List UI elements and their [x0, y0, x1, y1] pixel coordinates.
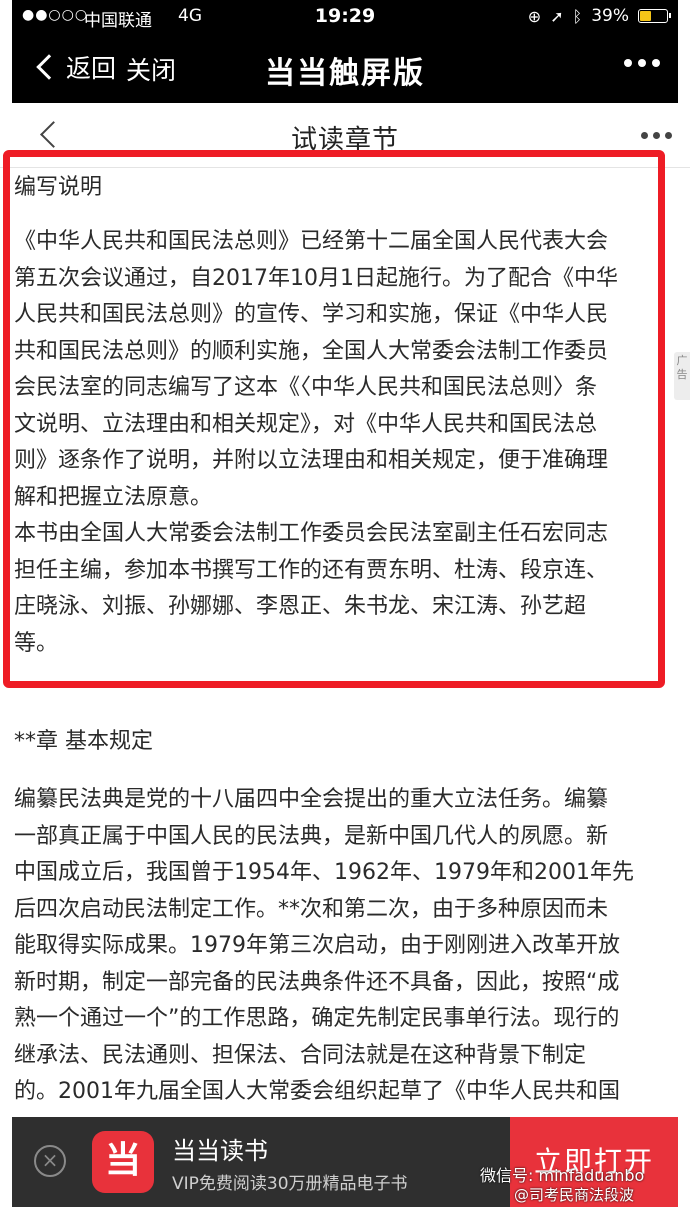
more-dots-icon	[638, 59, 646, 67]
banner-close-button[interactable]: ×	[34, 1145, 66, 1177]
screen: ●●○○○ 中国联通 4G 19:29 ⊕ ➚ ᛒ 39% 返回 关闭 当当触屏…	[0, 0, 690, 1207]
text-line: 中国成立后，我国曾于1954年、1962年、1979年和2001年先	[14, 860, 634, 885]
text-line: 后四次启动民法制定工作。**次和第二次，由于多种原因而未	[14, 896, 609, 922]
more-options-button[interactable]	[624, 59, 660, 67]
top-bar: ●●○○○ 中国联通 4G 19:29 ⊕ ➚ ᛒ 39% 返回 关闭 当当触屏…	[12, 0, 678, 103]
more-dots-icon	[653, 132, 660, 139]
text-line: 编纂民法典是党的十八届四中全会提出的重大立法任务。编纂	[14, 787, 609, 812]
text-line: 继承法、民法通则、担保法、合同法就是在这种背景下制定	[14, 1042, 587, 1068]
text-line: 的。2001年九届全国人大常委会组织起草了《中华人民共和国	[14, 1079, 620, 1104]
page-more-button[interactable]	[641, 132, 672, 139]
more-dots-icon	[641, 132, 648, 139]
bluetooth-icon: ᛒ	[572, 6, 583, 26]
chapter-body: 编纂民法典是党的十八届四中全会提出的重大立法任务。编纂 一部真正属于中国人民的民法…	[14, 782, 682, 1111]
watermark-wechat: 微信号: minfaduanbo	[480, 1166, 645, 1185]
orientation-lock-icon: ⊕	[527, 6, 542, 26]
status-bar: ●●○○○ 中国联通 4G 19:29 ⊕ ➚ ᛒ 39%	[12, 0, 678, 34]
text-line: 新时期，制定一部完备的民法典条件还不具备，因此，按照“成	[14, 969, 620, 995]
nav-title: 当当触屏版	[265, 56, 425, 91]
nav-bar: 返回 关闭 当当触屏版	[12, 34, 678, 103]
text-line: 一部真正属于中国人民的民法典，是新中国几代人的夙愿。新	[14, 823, 609, 849]
banner-subtitle: VIP免费阅读30万册精品电子书	[172, 1174, 408, 1194]
status-icons: ⊕ ➚ ᛒ 39%	[527, 6, 671, 26]
side-ad-tag[interactable]: 广告	[674, 352, 690, 400]
watermark-weibo: @司考民商法段波	[514, 1186, 635, 1204]
battery-percentage: 39%	[591, 6, 629, 26]
location-icon: ➚	[550, 6, 564, 26]
banner-app-name: 当当读书	[172, 1137, 268, 1165]
more-dots-icon	[652, 59, 660, 67]
more-dots-icon	[624, 59, 632, 67]
text-line: 熟一个通过一个”的工作思路，确定先制定民事单行法。现行的	[14, 1006, 620, 1031]
battery-icon	[638, 9, 671, 23]
battery-level-fill	[640, 11, 651, 21]
highlight-box	[3, 150, 665, 688]
more-dots-icon	[665, 132, 672, 139]
chapter-title: **章 基本规定	[14, 729, 153, 754]
dangdang-reader-logo-icon: 当	[92, 1131, 154, 1193]
text-line: 能取得实际成果。1979年第三次启动，由于刚刚进入改革开放	[14, 933, 620, 958]
